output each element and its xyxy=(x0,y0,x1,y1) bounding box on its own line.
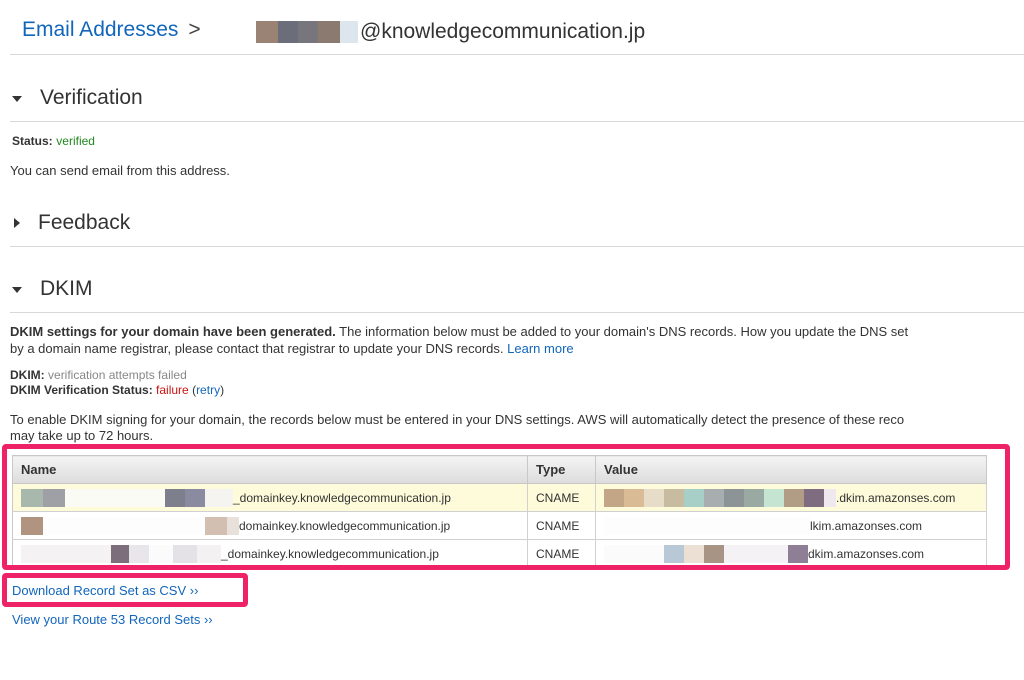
caret-right-icon xyxy=(14,218,20,228)
status-badge: verified xyxy=(56,134,95,148)
dkim-label: DKIM: xyxy=(10,368,45,382)
redacted-block xyxy=(256,21,278,43)
breadcrumb-email-addresses-link[interactable]: Email Addresses xyxy=(22,18,178,41)
redacted-block xyxy=(278,21,298,43)
breadcrumb-separator: > xyxy=(188,18,201,41)
status-label: Status: xyxy=(12,134,53,148)
breadcrumb: Email Addresses > xyxy=(22,18,201,42)
status-badge: failure xyxy=(156,383,189,397)
caret-down-icon xyxy=(12,96,22,102)
redacted-block xyxy=(340,21,358,43)
section-title: Feedback xyxy=(38,211,131,234)
divider xyxy=(10,246,1024,247)
dkim-intro-text: by a domain name registrar, please conta… xyxy=(10,341,504,356)
dkim-value: verification attempts failed xyxy=(48,368,187,382)
verification-status: Status: verified xyxy=(12,133,95,148)
divider xyxy=(10,121,1024,122)
caret-down-icon xyxy=(12,287,22,293)
route53-record-sets-link[interactable]: View your Route 53 Record Sets ›› xyxy=(12,612,213,627)
divider xyxy=(10,312,1024,313)
dkim-verification-label: DKIM Verification Status: xyxy=(10,383,153,397)
highlight-box-table xyxy=(2,444,1010,570)
retry-link[interactable]: retry xyxy=(196,383,220,397)
dkim-intro: DKIM settings for your domain have been … xyxy=(10,324,908,339)
dkim-intro-line2: by a domain name registrar, please conta… xyxy=(10,341,574,356)
paren: ) xyxy=(220,383,225,397)
dkim-intro-bold: DKIM settings for your domain have been … xyxy=(10,324,336,339)
section-feedback-toggle[interactable]: Feedback xyxy=(12,211,130,235)
redacted-block xyxy=(318,21,340,43)
dkim-status-line: DKIM: verification attempts failed xyxy=(10,368,187,382)
redacted-block xyxy=(298,21,318,43)
section-title: Verification xyxy=(40,86,143,109)
dkim-intro-text: The information below must be added to y… xyxy=(335,324,909,339)
section-dkim-toggle[interactable]: DKIM xyxy=(12,277,93,301)
learn-more-link[interactable]: Learn more xyxy=(507,341,573,356)
download-csv-link[interactable]: Download Record Set as CSV ›› xyxy=(12,583,198,598)
dkim-enable-text-line2: may take up to 72 hours. xyxy=(10,428,154,443)
divider xyxy=(10,54,1024,55)
page-title-email: @knowledgecommunication.jp xyxy=(360,20,646,43)
page-title: @knowledgecommunication.jp xyxy=(256,18,645,46)
dkim-verification-status: DKIM Verification Status: failure (retry… xyxy=(10,383,224,397)
dkim-enable-text: To enable DKIM signing for your domain, … xyxy=(10,412,905,427)
section-title: DKIM xyxy=(40,277,93,300)
verification-message: You can send email from this address. xyxy=(10,163,230,178)
section-verification-toggle[interactable]: Verification xyxy=(12,86,143,110)
